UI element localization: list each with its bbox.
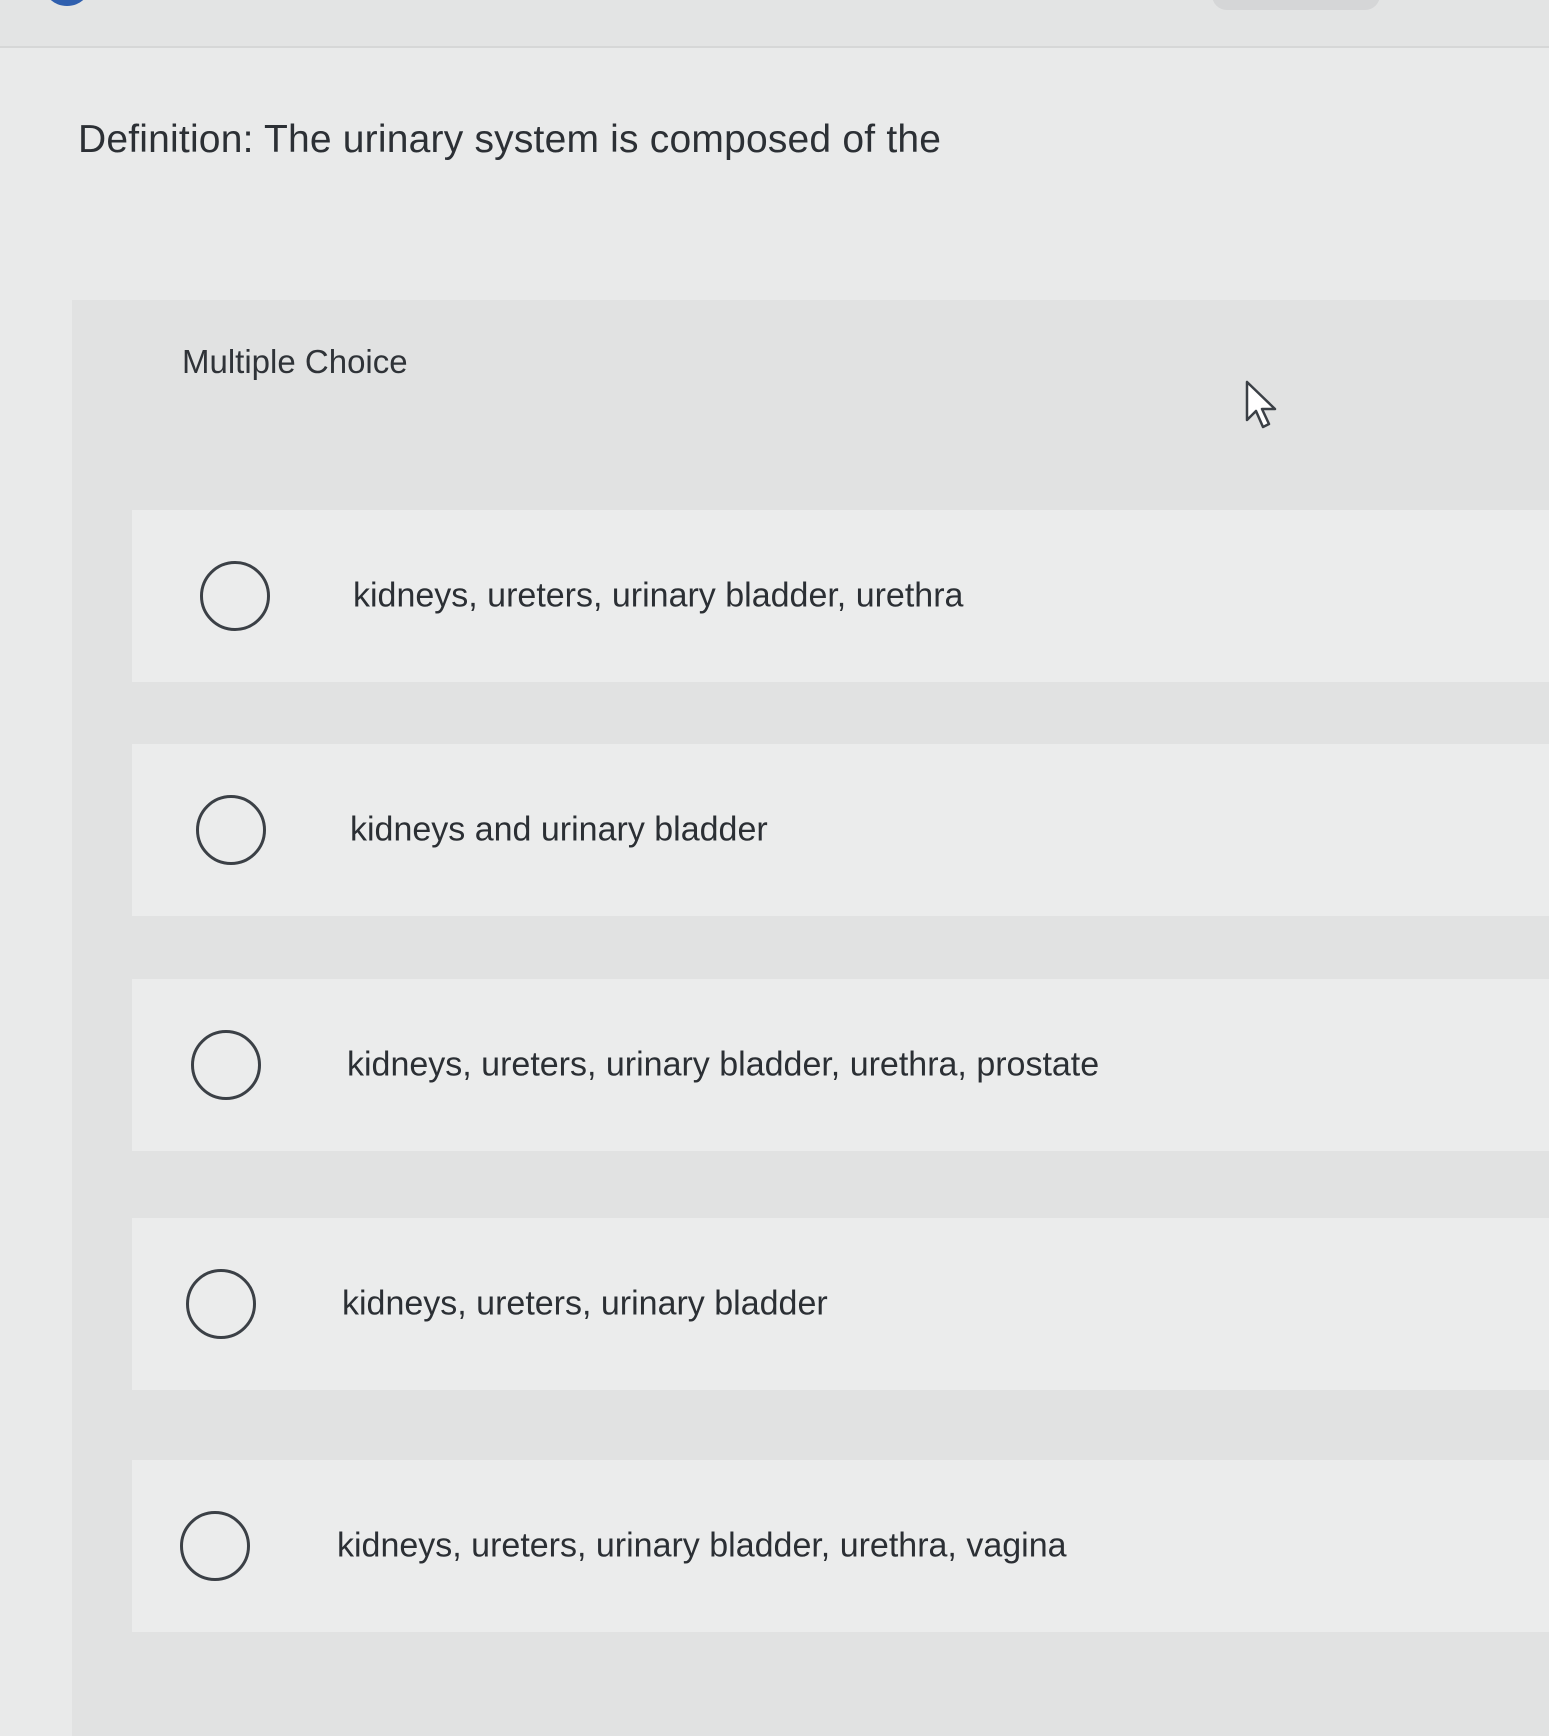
answer-option-4[interactable]: kidneys, ureters, urinary bladder xyxy=(132,1218,1549,1390)
question-type-label: Multiple Choice xyxy=(182,343,408,380)
answer-option-label[interactable]: kidneys, ureters, urinary bladder, ureth… xyxy=(337,1527,1067,1566)
radio-unselected-icon[interactable] xyxy=(196,795,266,865)
radio-unselected-icon[interactable] xyxy=(180,1511,250,1581)
answer-option-1[interactable]: kidneys, ureters, urinary bladder, ureth… xyxy=(132,510,1549,682)
question-text: Definition: The urinary system is compos… xyxy=(78,118,942,161)
answer-option-label[interactable]: kidneys, ureters, urinary bladder, ureth… xyxy=(347,1046,1099,1085)
radio-unselected-icon[interactable] xyxy=(186,1269,256,1339)
top-bar xyxy=(0,0,1549,48)
progress-indicator xyxy=(42,0,92,6)
answer-option-label[interactable]: kidneys, ureters, urinary bladder xyxy=(342,1285,828,1324)
header-button[interactable] xyxy=(1212,0,1380,10)
radio-unselected-icon[interactable] xyxy=(191,1030,261,1100)
answer-option-label[interactable]: kidneys and urinary bladder xyxy=(350,811,768,850)
answer-option-5[interactable]: kidneys, ureters, urinary bladder, ureth… xyxy=(132,1460,1549,1632)
answer-option-2[interactable]: kidneys and urinary bladder xyxy=(132,744,1549,916)
multiple-choice-panel: Multiple Choice kidneys, ureters, urinar… xyxy=(72,300,1549,1736)
answer-option-label[interactable]: kidneys, ureters, urinary bladder, ureth… xyxy=(353,577,963,616)
mouse-pointer-icon xyxy=(1245,380,1277,429)
radio-unselected-icon[interactable] xyxy=(200,561,270,631)
answer-option-3[interactable]: kidneys, ureters, urinary bladder, ureth… xyxy=(132,979,1549,1151)
